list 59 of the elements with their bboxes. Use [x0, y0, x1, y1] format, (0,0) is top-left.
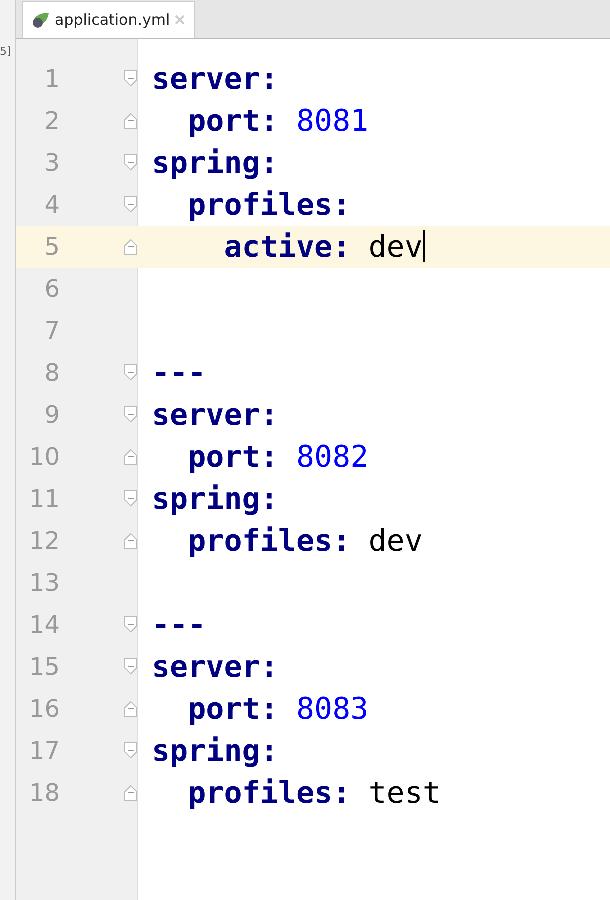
yaml-key: server: — [152, 398, 278, 432]
yaml-value: 8083 — [295, 692, 369, 726]
line-number: 12 — [28, 527, 60, 555]
yaml-key: spring: — [152, 146, 278, 180]
side-panel-text: 5] — [0, 45, 12, 58]
line-number: 18 — [28, 779, 60, 807]
fold-marker-icon[interactable] — [124, 784, 138, 802]
yaml-key: spring: — [152, 734, 278, 768]
fold-marker-icon[interactable] — [124, 364, 138, 382]
yaml-value: dev — [368, 524, 423, 558]
yaml-key: server: — [152, 650, 278, 684]
fold-marker-icon[interactable] — [124, 658, 138, 676]
line-number: 8 — [44, 359, 60, 387]
line-number: 14 — [28, 611, 60, 639]
yaml-value: test — [368, 776, 441, 810]
yaml-key: server: — [152, 62, 278, 96]
yaml-key: profiles: — [152, 776, 351, 810]
yaml-key: profiles: — [152, 524, 351, 558]
line-number: 3 — [44, 149, 60, 177]
line-number: 15 — [28, 653, 60, 681]
fold-marker-icon[interactable] — [124, 700, 138, 718]
line-number: 13 — [28, 569, 60, 597]
line-number: 16 — [28, 695, 60, 723]
yaml-value: dev — [368, 230, 423, 264]
line-number: 1 — [44, 65, 60, 93]
leaf-file-icon — [31, 11, 51, 29]
text-caret — [422, 230, 425, 262]
yaml-key: port: — [152, 104, 278, 138]
fold-marker-icon[interactable] — [124, 70, 138, 88]
fold-marker-icon[interactable] — [124, 154, 138, 172]
fold-marker-icon[interactable] — [124, 238, 138, 256]
fold-marker-icon[interactable] — [124, 742, 138, 760]
yaml-key: profiles: — [152, 188, 351, 222]
yaml-key: port: — [152, 440, 278, 474]
line-number: 11 — [28, 485, 60, 513]
yaml-key: spring: — [152, 482, 278, 516]
line-number: 10 — [28, 443, 60, 471]
line-number: 2 — [44, 107, 60, 135]
close-icon[interactable] — [174, 14, 186, 26]
line-number: 9 — [44, 401, 60, 429]
fold-marker-icon[interactable] — [124, 616, 138, 634]
line-number: 17 — [28, 737, 60, 765]
fold-marker-icon[interactable] — [124, 406, 138, 424]
file-tab[interactable]: application.yml — [22, 1, 196, 38]
line-number: 5 — [44, 233, 60, 261]
fold-marker-icon[interactable] — [124, 112, 138, 130]
yaml-value: 8082 — [295, 440, 369, 474]
fold-marker-icon[interactable] — [124, 490, 138, 508]
yaml-value: 8081 — [295, 104, 369, 138]
line-number: 6 — [44, 275, 60, 303]
line-number: 7 — [44, 317, 60, 345]
document-separator: --- — [152, 608, 206, 642]
line-number: 4 — [44, 191, 60, 219]
fold-marker-icon[interactable] — [124, 196, 138, 214]
document-separator: --- — [152, 356, 206, 390]
fold-marker-icon[interactable] — [124, 448, 138, 466]
yaml-key: port: — [152, 692, 278, 726]
yaml-key: active: — [152, 230, 351, 264]
fold-marker-icon[interactable] — [124, 532, 138, 550]
